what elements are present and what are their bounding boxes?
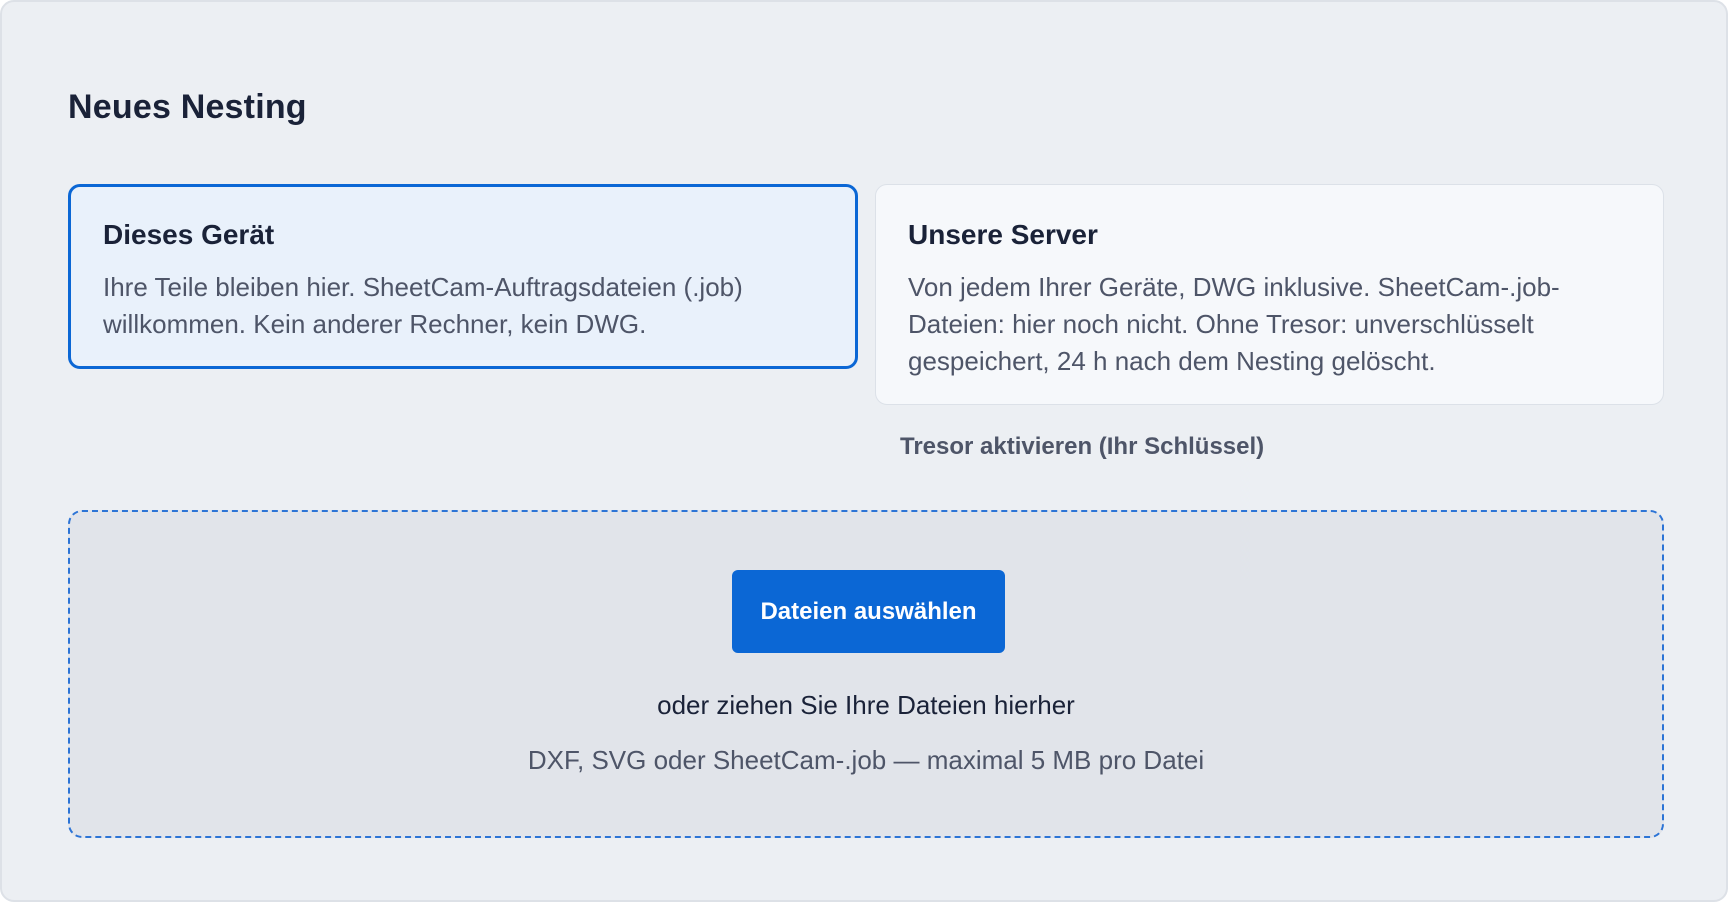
activate-vault-link[interactable]: Tresor aktivieren (Ihr Schlüssel) <box>900 433 1264 461</box>
option-our-servers[interactable]: Unsere Server Von jedem Ihrer Geräte, DW… <box>875 184 1664 405</box>
option-description: Ihre Teile bleiben hier. SheetCam-Auftra… <box>103 272 743 339</box>
new-nesting-panel: Neues Nesting Dieses Gerät Ihre Teile bl… <box>0 0 1728 902</box>
option-title: Unsere Server <box>908 219 1098 250</box>
option-this-device[interactable]: Dieses Gerät Ihre Teile bleiben hier. Sh… <box>68 184 858 369</box>
file-dropzone[interactable]: Dateien auswählen oder ziehen Sie Ihre D… <box>68 510 1664 838</box>
option-title: Dieses Gerät <box>103 219 275 250</box>
option-description: Von jedem Ihrer Geräte, DWG inklusive. S… <box>908 272 1560 376</box>
choose-files-button[interactable]: Dateien auswählen <box>732 570 1005 653</box>
page-title: Neues Nesting <box>68 88 307 126</box>
file-type-hint: DXF, SVG oder SheetCam-.job — maximal 5 … <box>527 745 1205 775</box>
drop-instruction: oder ziehen Sie Ihre Dateien hierher <box>657 690 1075 720</box>
